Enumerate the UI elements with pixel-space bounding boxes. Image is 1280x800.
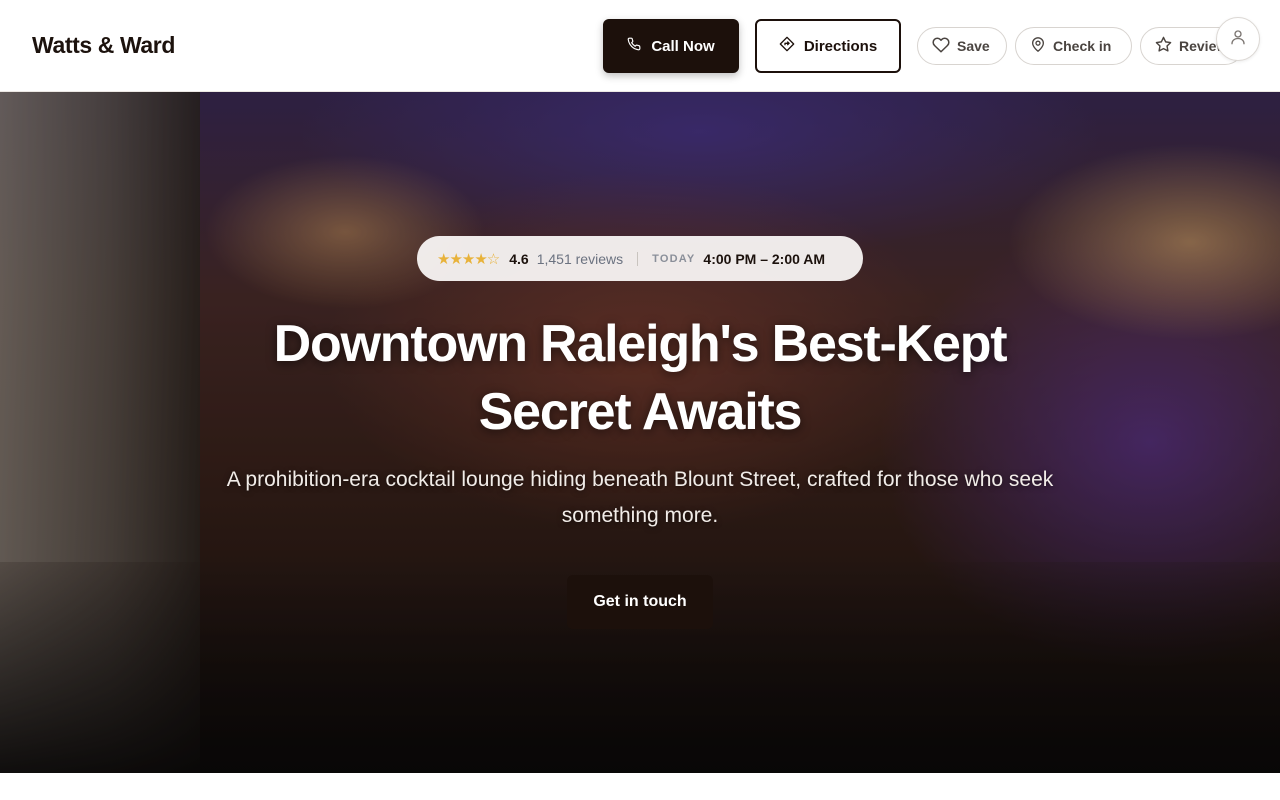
map-pin-icon [1030, 36, 1046, 56]
review-count[interactable]: 1,451 reviews [537, 251, 623, 267]
save-button[interactable]: Save [917, 27, 1007, 65]
directions-button[interactable]: Directions [755, 19, 901, 73]
call-now-label: Call Now [651, 37, 715, 55]
heart-icon [932, 36, 950, 57]
hero-headline: Downtown Raleigh's Best-Kept Secret Awai… [140, 310, 1140, 446]
hero-headline-line-1: Downtown Raleigh's Best-Kept [273, 315, 1008, 373]
site-header: Watts & Ward Call Now Directions Save Ch… [0, 0, 1280, 92]
call-now-button[interactable]: Call Now [603, 19, 739, 73]
hero-section: ★★★★☆ 4.6 1,451 reviews TODAY 4:00 PM – … [0, 92, 1280, 773]
hero-subheadline: A prohibition-era cocktail lounge hiding… [226, 468, 1054, 527]
directions-icon [779, 36, 795, 56]
hours-label: TODAY [652, 252, 696, 265]
check-in-button[interactable]: Check in [1015, 27, 1132, 65]
badge-divider [637, 251, 639, 266]
hero-headline-line-2: Secret Awaits [478, 383, 803, 441]
rating-value: 4.6 [509, 250, 529, 267]
account-button[interactable] [1216, 17, 1260, 61]
rating-stars: ★★★★☆ [437, 250, 500, 268]
directions-label: Directions [803, 37, 878, 55]
star-icon [1155, 36, 1172, 56]
get-in-touch-button[interactable]: Get in touch [567, 575, 713, 629]
hours-value: 4:00 PM – 2:00 AM [703, 250, 826, 267]
user-icon [1229, 28, 1247, 51]
save-label: Save [957, 38, 990, 54]
brand-logo[interactable]: Watts & Ward [32, 32, 175, 59]
rating-hours-badge: ★★★★☆ 4.6 1,451 reviews TODAY 4:00 PM – … [417, 236, 863, 281]
check-in-label: Check in [1053, 38, 1112, 54]
phone-icon [627, 37, 641, 55]
